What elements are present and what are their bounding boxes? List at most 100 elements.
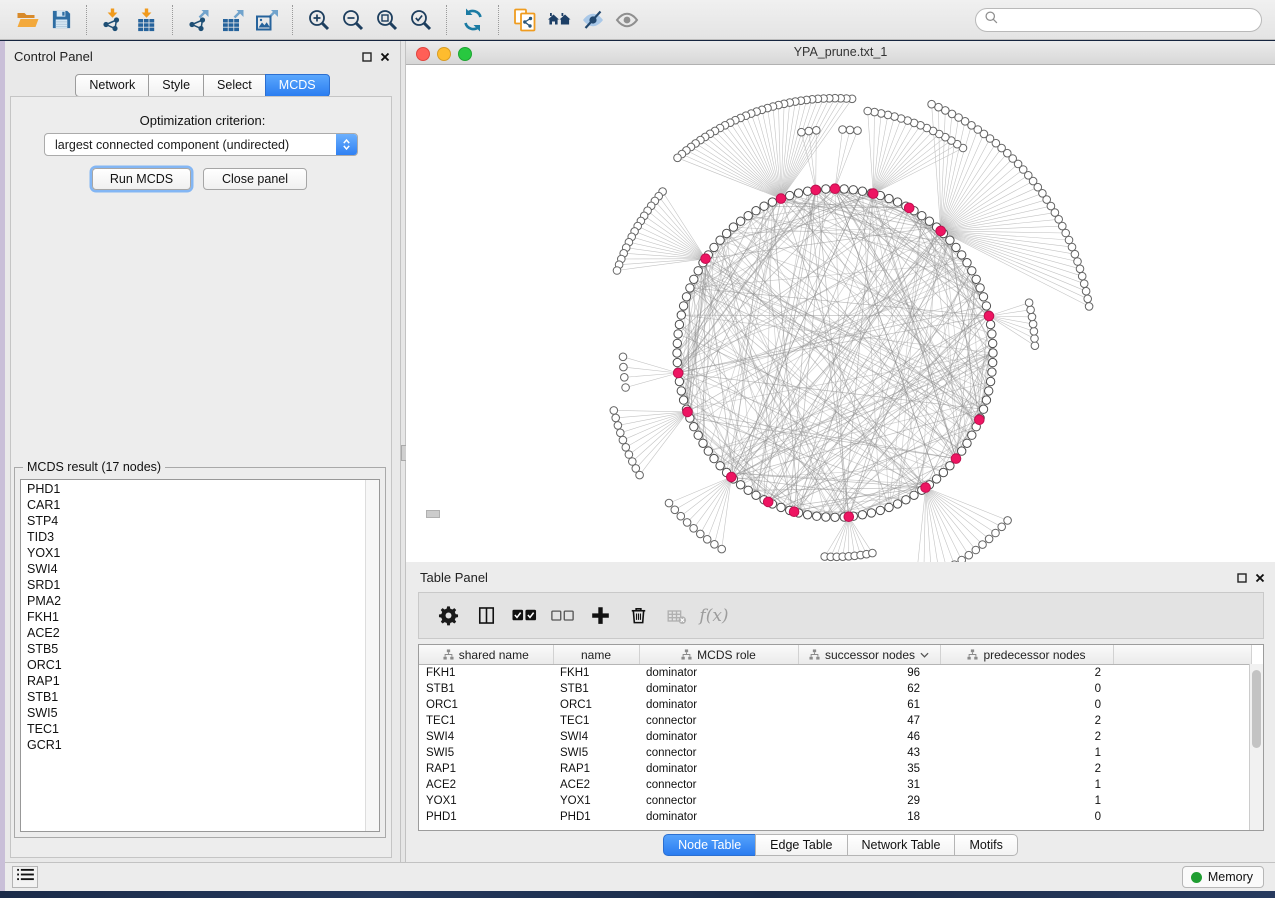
- tab-node-table[interactable]: Node Table: [663, 834, 756, 856]
- control-panel-tabs: NetworkStyleSelectMCDS: [5, 74, 400, 97]
- desktop: Control Panel NetworkStyleSelectMCDS Opt…: [0, 0, 1275, 898]
- cell-mcds-role: dominator: [639, 697, 798, 713]
- table-row[interactable]: ACE2ACE2connector311: [419, 777, 1252, 793]
- criterion-dropdown[interactable]: largest connected component (undirected): [44, 133, 358, 156]
- mcds-result-list: PHD1CAR1STP4TID3YOX1SWI4SRD1PMA2FKH1ACE2…: [20, 479, 380, 832]
- close-panel-button[interactable]: Close panel: [203, 168, 307, 190]
- show-all-icon[interactable]: [610, 4, 644, 36]
- memory-button[interactable]: Memory: [1182, 866, 1264, 888]
- cell-name: SWI4: [553, 729, 639, 745]
- node-table: shared namenameMCDS rolesuccessor nodesp…: [418, 644, 1264, 831]
- zoom-in-icon[interactable]: [302, 4, 336, 36]
- mcds-result-item[interactable]: FKH1: [21, 609, 366, 625]
- refresh-layout-icon[interactable]: [456, 4, 490, 36]
- cell-name: RAP1: [553, 761, 639, 777]
- export-table-icon[interactable]: [216, 4, 250, 36]
- cell-mcds-role: connector: [639, 777, 798, 793]
- tab-network[interactable]: Network: [75, 74, 149, 97]
- mcds-result-item[interactable]: STB5: [21, 641, 366, 657]
- mcds-result-item[interactable]: STB1: [21, 689, 366, 705]
- column-header-shared-name[interactable]: shared name: [419, 645, 553, 665]
- cell-successor-nodes: 47: [798, 713, 940, 729]
- horizontal-splitter-grip[interactable]: [426, 510, 440, 518]
- delete-column-icon[interactable]: [619, 596, 657, 636]
- import-network-icon[interactable]: [96, 4, 130, 36]
- network-canvas[interactable]: [406, 65, 1275, 562]
- cell-successor-nodes: 18: [798, 809, 940, 825]
- mcds-result-item[interactable]: ACE2: [21, 625, 366, 641]
- column-header-predecessor-nodes[interactable]: predecessor nodes: [940, 645, 1113, 665]
- tab-edge-table[interactable]: Edge Table: [755, 834, 847, 856]
- first-neighbors-icon[interactable]: [542, 4, 576, 36]
- mcds-result-item[interactable]: PMA2: [21, 593, 366, 609]
- mcds-result-item[interactable]: YOX1: [21, 545, 366, 561]
- table-row[interactable]: SWI5SWI5connector431: [419, 745, 1252, 761]
- table-row[interactable]: FKH1FKH1dominator962: [419, 665, 1252, 682]
- cell-name: STB1: [553, 681, 639, 697]
- table-row[interactable]: ORC1ORC1dominator610: [419, 697, 1252, 713]
- toolbar-separator: [172, 5, 174, 35]
- gear-icon[interactable]: [429, 596, 467, 636]
- open-file-icon[interactable]: [10, 4, 44, 36]
- mcds-result-item[interactable]: TEC1: [21, 721, 366, 737]
- tab-motifs[interactable]: Motifs: [954, 834, 1017, 856]
- table-scrollbar[interactable]: [1249, 664, 1263, 830]
- cell-name: SWI5: [553, 745, 639, 761]
- float-window-icon[interactable]: [360, 50, 374, 64]
- cell-mcds-role: connector: [639, 793, 798, 809]
- tab-select[interactable]: Select: [203, 74, 266, 97]
- close-panel-icon[interactable]: [1253, 571, 1267, 585]
- save-session-icon[interactable]: [44, 4, 78, 36]
- zoom-selected-icon[interactable]: [404, 4, 438, 36]
- table-panel-tabs: Node TableEdge TableNetwork TableMotifs: [406, 834, 1275, 856]
- task-history-button[interactable]: [12, 866, 38, 888]
- duplicate-network-icon[interactable]: [508, 4, 542, 36]
- export-network-icon[interactable]: [182, 4, 216, 36]
- mcds-result-item[interactable]: CAR1: [21, 497, 366, 513]
- table-row[interactable]: RAP1RAP1dominator352: [419, 761, 1252, 777]
- mcds-result-item[interactable]: ORC1: [21, 657, 366, 673]
- table-row[interactable]: PHD1PHD1dominator180: [419, 809, 1252, 825]
- cell-shared-name: SWI5: [419, 745, 553, 761]
- import-table-icon[interactable]: [130, 4, 164, 36]
- zoom-fit-icon[interactable]: [370, 4, 404, 36]
- network-graph[interactable]: [406, 65, 1275, 562]
- table-row[interactable]: STB1STB1dominator620: [419, 681, 1252, 697]
- cell-predecessor-nodes: 1: [940, 777, 1113, 793]
- add-column-icon[interactable]: [581, 596, 619, 636]
- mcds-result-item[interactable]: SWI5: [21, 705, 366, 721]
- mcds-list-scrollbar[interactable]: [365, 480, 379, 831]
- mcds-result-item[interactable]: TID3: [21, 529, 366, 545]
- mcds-result-item[interactable]: RAP1: [21, 673, 366, 689]
- tab-style[interactable]: Style: [148, 74, 204, 97]
- table-row[interactable]: SWI4SWI4dominator462: [419, 729, 1252, 745]
- run-mcds-button[interactable]: Run MCDS: [92, 168, 191, 190]
- cell-shared-name: TEC1: [419, 713, 553, 729]
- mcds-result-item[interactable]: STP4: [21, 513, 366, 529]
- column-header-name[interactable]: name: [553, 645, 639, 665]
- column-layout-icon[interactable]: [467, 596, 505, 636]
- tab-network-table[interactable]: Network Table: [847, 834, 956, 856]
- column-header-successor-nodes[interactable]: successor nodes: [798, 645, 940, 665]
- tab-mcds[interactable]: MCDS: [265, 74, 330, 97]
- search-input[interactable]: [1004, 12, 1261, 28]
- mcds-result-item[interactable]: SWI4: [21, 561, 366, 577]
- export-image-icon[interactable]: [250, 4, 284, 36]
- network-window-titlebar[interactable]: YPA_prune.txt_1: [406, 41, 1275, 65]
- mcds-result-item[interactable]: GCR1: [21, 737, 366, 753]
- table-row[interactable]: TEC1TEC1connector472: [419, 713, 1252, 729]
- zoom-out-icon[interactable]: [336, 4, 370, 36]
- close-panel-icon[interactable]: [378, 50, 392, 64]
- mcds-result-item[interactable]: SRD1: [21, 577, 366, 593]
- float-window-icon[interactable]: [1235, 571, 1249, 585]
- hide-selected-icon[interactable]: [576, 4, 610, 36]
- mcds-result-item[interactable]: PHD1: [21, 481, 366, 497]
- select-all-checks-icon[interactable]: [505, 596, 543, 636]
- deselect-checks-icon[interactable]: [543, 596, 581, 636]
- column-header-mcds-role[interactable]: MCDS role: [639, 645, 798, 665]
- dropdown-stepper-icon: [336, 134, 357, 155]
- table-row[interactable]: YOX1YOX1connector291: [419, 793, 1252, 809]
- table-scrollbar-thumb[interactable]: [1252, 670, 1261, 748]
- cell-shared-name: RAP1: [419, 761, 553, 777]
- cell-mcds-role: dominator: [639, 729, 798, 745]
